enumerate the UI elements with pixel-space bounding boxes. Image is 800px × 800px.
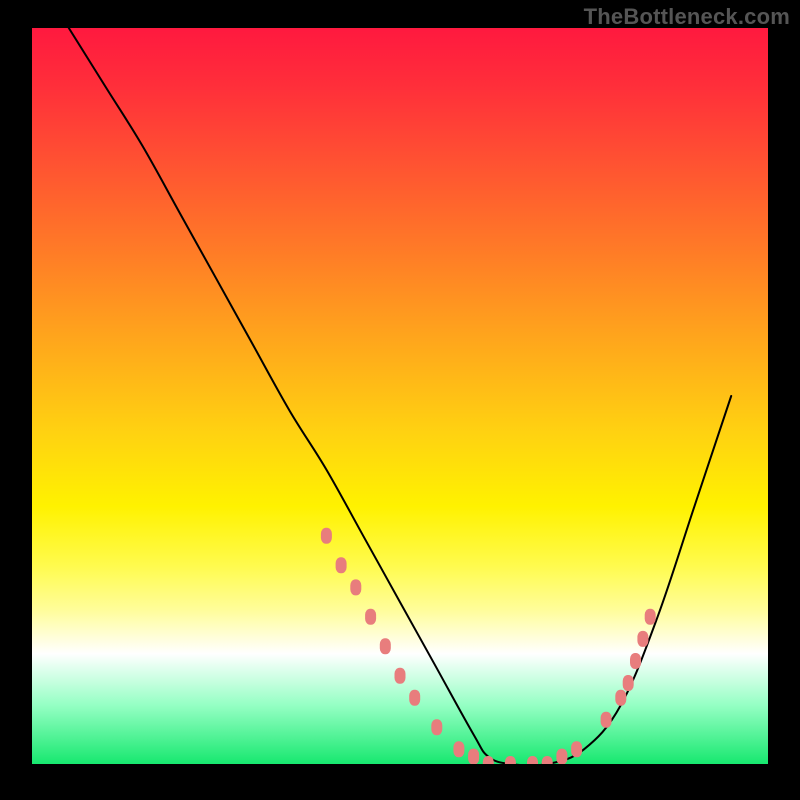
curve-marker — [645, 609, 656, 625]
bottleneck-curve — [69, 28, 731, 764]
curve-marker — [336, 557, 347, 573]
curve-marker — [321, 528, 332, 544]
curve-marker — [637, 631, 648, 647]
watermark-text: TheBottleneck.com — [584, 4, 790, 30]
curve-marker — [601, 712, 612, 728]
curve-marker — [409, 690, 420, 706]
curve-marker — [380, 638, 391, 654]
curve-marker — [431, 719, 442, 735]
curve-marker — [453, 741, 464, 757]
curve-marker — [365, 609, 376, 625]
chart-svg — [32, 28, 768, 764]
curve-marker — [623, 675, 634, 691]
curve-marker — [615, 690, 626, 706]
curve-marker — [468, 749, 479, 764]
curve-marker — [542, 756, 553, 764]
curve-marker — [527, 756, 538, 764]
curve-marker — [571, 741, 582, 757]
plot-area — [30, 26, 770, 766]
curve-marker — [350, 579, 361, 595]
curve-marker — [395, 668, 406, 684]
chart-frame: TheBottleneck.com — [0, 0, 800, 800]
curve-marker — [483, 756, 494, 764]
curve-marker — [505, 756, 516, 764]
curve-marker — [630, 653, 641, 669]
curve-marker — [556, 749, 567, 764]
